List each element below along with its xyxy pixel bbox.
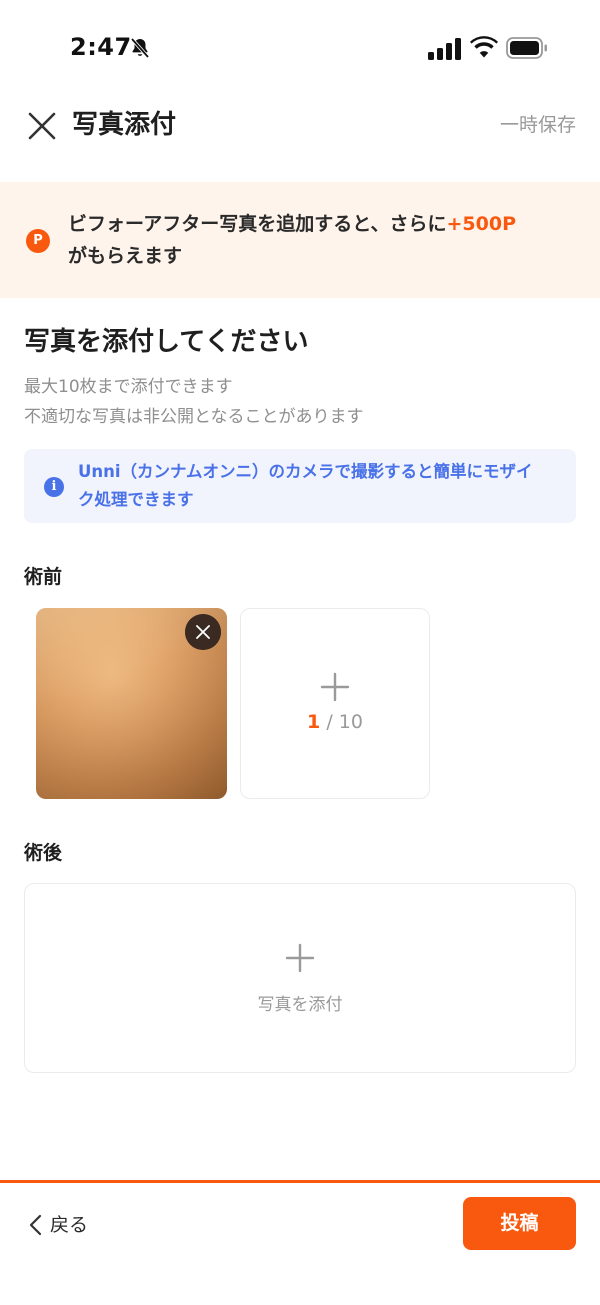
plus-icon [320,672,350,702]
wifi-icon [470,36,498,58]
bottom-bar: 戻る 投稿 [0,1180,600,1305]
add-before-photo-button[interactable]: 1 / 10 [240,608,430,799]
banner-text-end: がもらえます [68,245,183,267]
banner-point-amount: +500P [446,213,516,235]
section-title: 写真を添付してください [24,327,309,357]
banner-text: ビフォーアフター写真を追加すると、さらに+500P がもらえます [68,208,578,272]
add-after-photo-button[interactable]: 写真を添付 [24,883,576,1073]
section-desc-line-1: 最大10枚まで添付できます [24,377,233,397]
page-title: 写真添付 [72,110,177,140]
info-text: Unni（カンナムオンニ）のカメラで撮影すると簡単にモザイク処理できます [78,462,533,509]
banner-text-main: ビフォーアフター写真を追加すると、さらに [68,213,447,235]
info-icon: i [44,477,64,497]
battery-icon [506,37,547,59]
post-button[interactable]: 投稿 [463,1197,576,1250]
attach-photo-label: 写真を添付 [257,995,343,1015]
header: 写真添付 一時保存 [0,96,600,156]
back-label: 戻る [50,1214,89,1236]
photo-count-total: / 10 [320,711,363,733]
status-bar: 2:47 [0,0,600,96]
chevron-left-icon [29,1214,42,1236]
save-draft-button[interactable]: 一時保存 [500,112,576,138]
point-icon: P [26,229,50,253]
section-desc-line-2: 不適切な写真は非公開となることがあります [24,407,364,427]
bell-slash-icon [130,37,150,59]
photo-counter: 1 / 10 [241,711,429,733]
section-description: 最大10枚まで添付できます 不適切な写真は非公開となることがあります [24,372,364,432]
info-box: i Unni（カンナムオンニ）のカメラで撮影すると簡単にモザイク処理できます [24,449,576,523]
signal-icon [428,38,461,60]
point-banner: P ビフォーアフター写真を追加すると、さらに+500P がもらえます [0,182,600,298]
remove-photo-close-icon[interactable] [185,614,221,650]
status-time: 2:47 [70,33,132,61]
photo-count-current: 1 [307,711,321,733]
after-label: 術後 [24,842,63,864]
close-icon[interactable] [24,108,60,144]
plus-icon [285,943,315,973]
before-label: 術前 [24,566,63,588]
